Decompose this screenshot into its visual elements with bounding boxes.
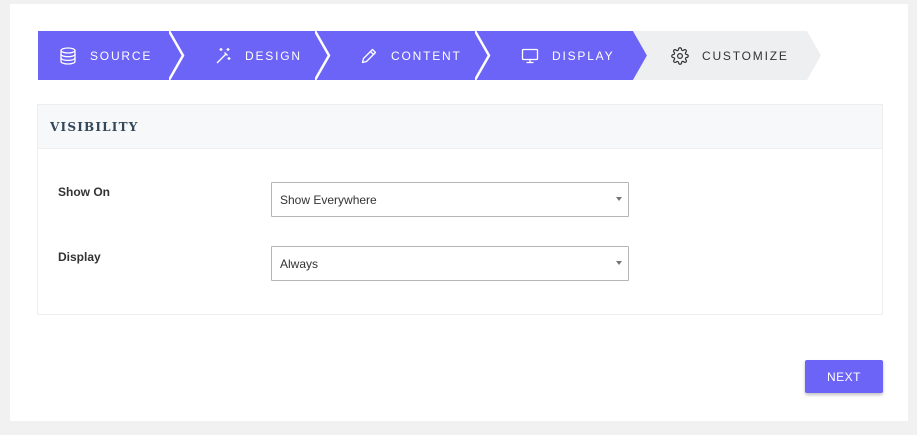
gear-icon (670, 46, 690, 66)
display-value: Always (280, 256, 319, 271)
step-design[interactable]: Design (169, 31, 332, 80)
display-label: Display (58, 250, 101, 264)
step-content[interactable]: Content (315, 31, 493, 80)
magic-wand-icon (213, 46, 233, 66)
chevron-down-icon (616, 197, 622, 201)
database-icon (58, 46, 78, 66)
step-source-label: Source (90, 48, 153, 63)
section-header: VISIBILITY (38, 105, 882, 149)
step-design-label: Design (245, 48, 302, 63)
step-customize[interactable]: Customize (633, 31, 823, 80)
pencil-icon (359, 46, 379, 66)
section-title: VISIBILITY (50, 119, 139, 134)
display-select[interactable]: Always (271, 246, 629, 281)
step-display-label: Display (552, 48, 615, 63)
step-customize-label: Customize (702, 48, 789, 63)
wizard-panel: Source (10, 4, 908, 421)
wizard-steps: Source (38, 31, 821, 80)
show-on-value: Show Everywhere (280, 192, 377, 207)
step-display[interactable]: Display (475, 31, 648, 80)
chevron-down-icon (616, 261, 622, 265)
step-source[interactable]: Source (38, 31, 184, 80)
monitor-icon (520, 46, 540, 66)
visibility-section: VISIBILITY Show On Show Everywhere Displ… (37, 104, 883, 315)
next-button[interactable]: NEXT (805, 360, 883, 393)
show-on-select[interactable]: Show Everywhere (271, 182, 629, 217)
show-on-label: Show On (58, 185, 110, 199)
step-content-label: Content (391, 48, 462, 63)
